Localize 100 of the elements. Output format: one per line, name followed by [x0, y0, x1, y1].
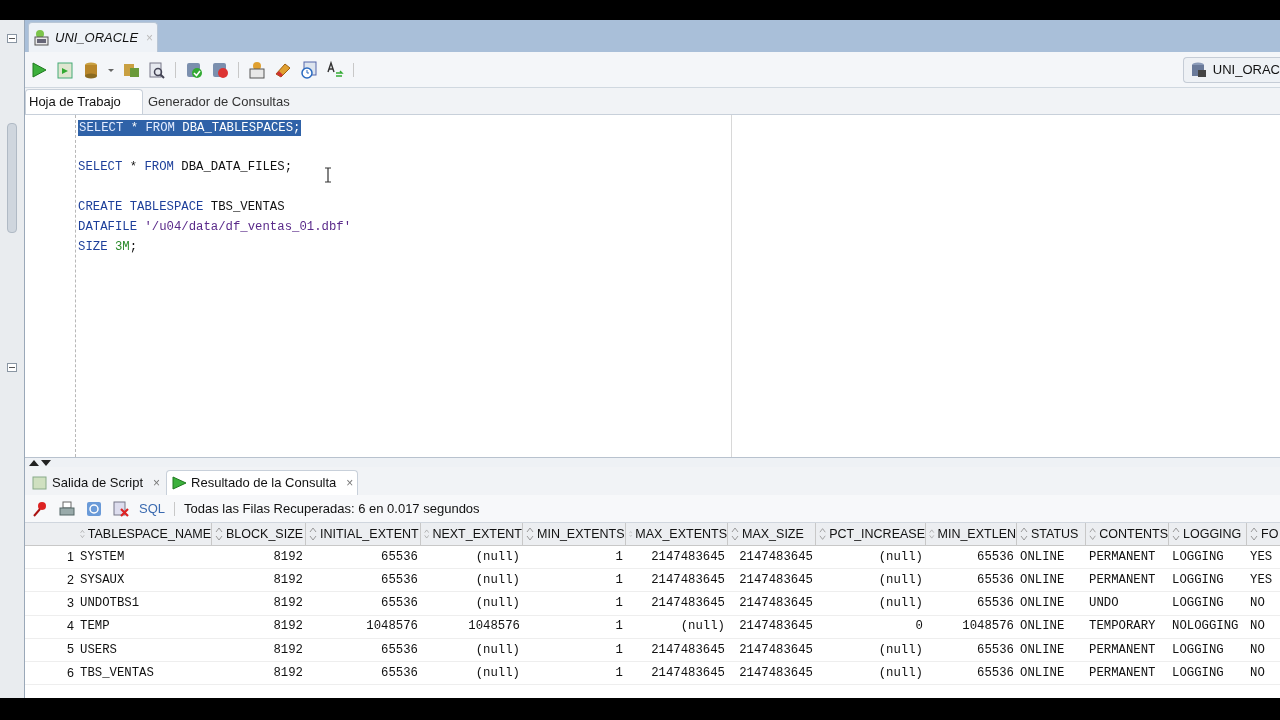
- search-icon[interactable]: [147, 59, 167, 80]
- table-cell-text: 2147483645: [650, 595, 726, 613]
- table-cell-text: 2147483645: [738, 664, 814, 682]
- database-icon: [33, 28, 51, 47]
- table-cell-text: 1: [614, 548, 624, 566]
- sort-icon: [929, 527, 935, 541]
- sort-icon: [80, 527, 85, 541]
- column-header[interactable]: NEXT_EXTENT: [421, 523, 523, 545]
- table-cell-text: 8192: [272, 572, 304, 590]
- table-cell-text: LOGGING: [1171, 664, 1225, 682]
- sort-icon: [424, 527, 430, 541]
- table-cell-text: LOGGING: [1171, 572, 1225, 590]
- worksheet-tab[interactable]: Hoja de Trabajo: [25, 89, 143, 114]
- connection-name: UNI_ORAC: [1212, 60, 1280, 79]
- sort-icon: [526, 527, 534, 541]
- table-cell-text: 2147483645: [738, 618, 814, 636]
- table-cell-text: ONLINE: [1019, 641, 1066, 659]
- table-cell-text: PERMANENT: [1088, 548, 1157, 566]
- table-cell-text: LOGGING: [1171, 548, 1225, 566]
- table-cell-text: 65536: [380, 548, 419, 566]
- column-header[interactable]: LOGGING: [1169, 523, 1247, 545]
- table-cell-text: 65536: [976, 572, 1015, 590]
- row-number: 6: [66, 664, 75, 682]
- table-cell-text: ONLINE: [1019, 548, 1066, 566]
- table-cell-text: (null): [877, 548, 924, 566]
- table-cell-text: (null): [877, 572, 924, 590]
- column-header[interactable]: INITIAL_EXTENT: [306, 523, 421, 545]
- sort-icon: [1250, 527, 1258, 541]
- connection-selector[interactable]: UNI_ORAC: [1182, 56, 1280, 83]
- row-number: 3: [66, 595, 75, 613]
- column-header[interactable]: MIN_EXTLEN: [926, 523, 1017, 545]
- history-icon[interactable]: [299, 59, 319, 80]
- column-header[interactable]: MAX_SIZE: [728, 523, 816, 545]
- table-cell-text: (null): [877, 595, 924, 613]
- text-cursor-icon: [324, 167, 332, 183]
- table-cell-text: 8192: [272, 618, 304, 636]
- tab-title: UNI_ORACLE: [55, 28, 139, 47]
- row-number: 5: [66, 641, 75, 659]
- table-cell-text: (null): [679, 618, 726, 636]
- column-header[interactable]: MIN_EXTENTS: [523, 523, 626, 545]
- column-header[interactable]: PCT_INCREASE: [816, 523, 926, 545]
- table-cell-text: LOGGING: [1171, 641, 1225, 659]
- sort-icon: [1172, 527, 1180, 541]
- delete-icon[interactable]: [112, 499, 130, 518]
- sort-icon: [215, 527, 223, 541]
- column-header[interactable]: STATUS: [1017, 523, 1086, 545]
- code-line: CREATE TABLESPACE TBS_VENTAS: [78, 199, 285, 216]
- minimize-icon[interactable]: [7, 363, 17, 372]
- table-cell-text: 1: [614, 641, 624, 659]
- script-icon[interactable]: [55, 59, 75, 80]
- close-icon[interactable]: ×: [153, 473, 161, 492]
- table-cell-text: TEMP: [79, 618, 111, 636]
- column-header[interactable]: MAX_EXTENTS: [626, 523, 728, 545]
- table-cell-text: 1: [614, 572, 624, 590]
- worksheet-tab[interactable]: Generador de Consultas: [143, 89, 295, 114]
- database-icon: [1189, 60, 1208, 79]
- sort-icon: [1089, 527, 1097, 541]
- pin-icon[interactable]: [31, 499, 49, 518]
- table-cell-text: UNDO: [1088, 595, 1120, 613]
- row-number: 2: [66, 571, 75, 589]
- print-icon[interactable]: [58, 499, 76, 518]
- sort-icon: [309, 527, 317, 541]
- table-cell-text: 65536: [380, 664, 419, 682]
- format-icon[interactable]: [325, 59, 345, 80]
- table-cell-text: ONLINE: [1019, 664, 1066, 682]
- table-cell-text: 2147483645: [738, 595, 814, 613]
- split-arrows-icon[interactable]: [28, 458, 52, 467]
- row-number: 4: [66, 618, 75, 636]
- code-line: DATAFILE '/u04/data/df_ventas_01.dbf': [78, 218, 352, 235]
- table-cell-text: (null): [474, 572, 521, 590]
- table-cell-text: (null): [474, 641, 521, 659]
- table-cell-text: YES: [1249, 548, 1274, 566]
- column-header[interactable]: TABLESPACE_NAME: [77, 523, 212, 545]
- table-cell-text: SYSTEM: [79, 548, 126, 566]
- row-number: 1: [66, 548, 75, 566]
- table-cell-text: LOGGING: [1171, 595, 1225, 613]
- column-header[interactable]: FO: [1247, 523, 1280, 545]
- result-tab[interactable]: Salida de Script ×: [28, 470, 165, 495]
- editor-tab[interactable]: UNI_ORACLE ×: [28, 22, 159, 52]
- table-cell-text: 65536: [380, 595, 419, 613]
- table-cell-text: 65536: [380, 641, 419, 659]
- column-header[interactable]: CONTENTS: [1086, 523, 1169, 545]
- table-cell-text: YES: [1249, 572, 1274, 590]
- scrollbar[interactable]: [7, 123, 17, 233]
- table-cell-text: 2147483645: [650, 548, 726, 566]
- result-tab[interactable]: Resultado de la Consulta ×: [166, 470, 359, 495]
- table-cell-text: 0: [914, 618, 924, 636]
- table-cell-text: 65536: [976, 548, 1015, 566]
- run-icon[interactable]: [29, 59, 49, 80]
- tab-label: Salida de Script: [52, 473, 144, 492]
- column-header[interactable]: BLOCK_SIZE: [212, 523, 306, 545]
- minimize-icon[interactable]: [7, 34, 17, 43]
- table-cell-text: (null): [877, 641, 924, 659]
- table-cell-text: (null): [474, 595, 521, 613]
- script-icon: [32, 474, 48, 491]
- close-icon[interactable]: ×: [346, 474, 354, 492]
- table-cell-text: 8192: [272, 548, 304, 566]
- table-cell-text: PERMANENT: [1088, 572, 1157, 590]
- sql-link[interactable]: SQL: [139, 498, 165, 519]
- table-cell-text: USERS: [79, 641, 118, 659]
